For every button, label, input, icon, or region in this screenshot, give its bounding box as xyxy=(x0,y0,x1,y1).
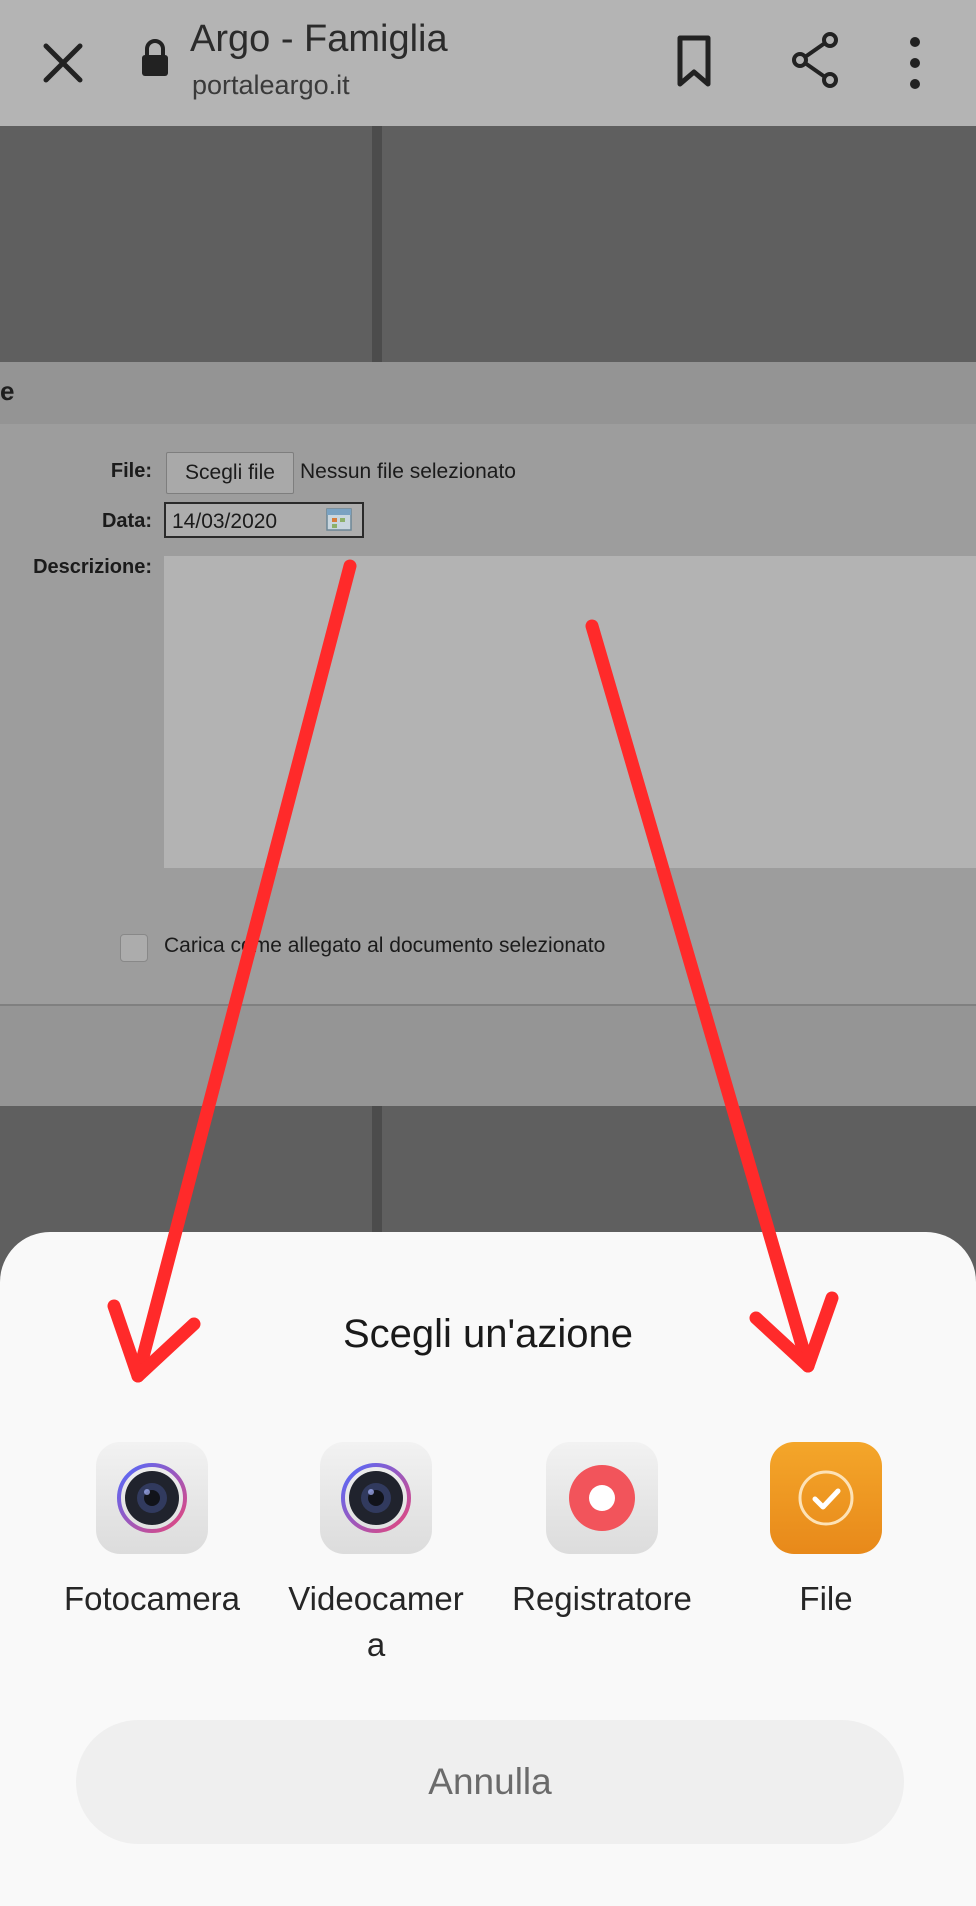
more-vert-icon[interactable] xyxy=(900,34,930,92)
date-label: Data: xyxy=(101,510,152,532)
bookmark-icon[interactable] xyxy=(672,34,716,88)
lock-icon xyxy=(142,39,168,76)
calendar-icon[interactable] xyxy=(326,507,352,531)
option-video-camera[interactable]: Videocamera xyxy=(266,1442,486,1668)
option-camera[interactable]: Fotocamera xyxy=(42,1442,262,1622)
dialog-header: e xyxy=(0,362,976,426)
close-icon[interactable] xyxy=(38,38,88,88)
video-camera-icon xyxy=(320,1442,432,1554)
camera-icon xyxy=(96,1442,208,1554)
action-sheet-title: Scegli un'azione xyxy=(342,1312,634,1356)
page-divider xyxy=(372,1104,382,1232)
share-icon[interactable] xyxy=(788,30,842,90)
file-label: File: xyxy=(110,460,152,482)
file-check-icon xyxy=(770,1442,882,1554)
description-textarea[interactable] xyxy=(164,556,976,868)
attach-checkbox-label: Carica come allegato al documento selezi… xyxy=(164,934,606,957)
cancel-button[interactable]: Annulla xyxy=(76,1720,904,1844)
dialog-header-title: e xyxy=(0,376,15,406)
option-file[interactable]: File xyxy=(716,1442,936,1622)
description-label: Descrizione: xyxy=(33,556,152,578)
option-label: File xyxy=(799,1580,853,1617)
dialog-footer xyxy=(0,1004,976,1106)
option-label: Registratore xyxy=(512,1580,692,1617)
action-sheet: Scegli un'azione Fotocamera Videocamera … xyxy=(0,1232,976,1906)
page-title: Argo - Famiglia xyxy=(190,18,448,60)
choose-file-button[interactable]: Scegli file xyxy=(166,452,294,494)
no-file-text: Nessun file selezionato xyxy=(300,460,516,483)
recorder-icon xyxy=(546,1442,658,1554)
browser-toolbar: Argo - Famiglia portaleargo.it xyxy=(0,0,976,126)
attach-checkbox[interactable] xyxy=(120,934,148,962)
option-label: Videocamera xyxy=(288,1580,464,1663)
option-label: Fotocamera xyxy=(63,1580,241,1617)
page-url: portaleargo.it xyxy=(192,70,350,100)
option-recorder[interactable]: Registratore xyxy=(492,1442,712,1622)
page-divider xyxy=(372,126,382,362)
